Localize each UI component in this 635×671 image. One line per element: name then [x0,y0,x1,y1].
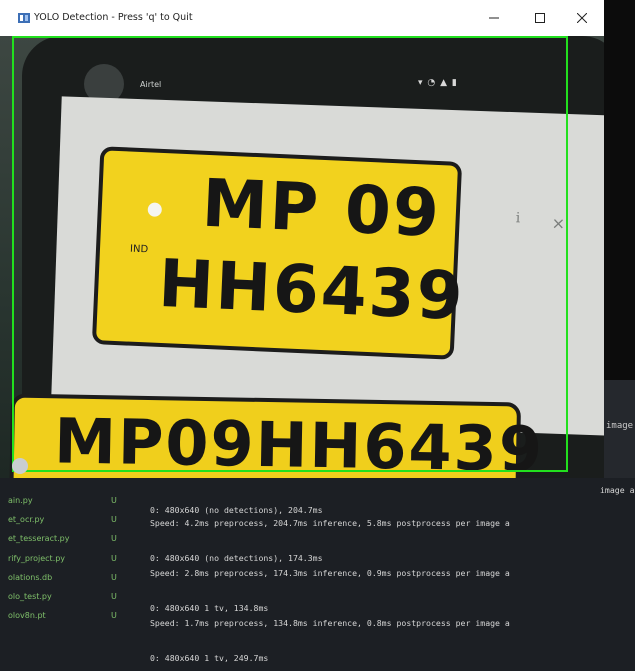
minimize-button[interactable] [474,6,514,30]
maximize-icon [535,13,545,23]
file-status: U [111,554,117,563]
file-item[interactable]: olations.db [8,573,52,587]
close-button[interactable] [562,6,602,30]
terminal-line: Speed: 1.7ms preprocess, 134.8ms inferen… [150,618,510,628]
maximize-button[interactable] [520,6,560,30]
detection-bounding-box [12,36,568,472]
file-item[interactable]: ain.py [8,496,33,510]
file-item[interactable]: et_tesseract.py [8,534,69,548]
close-icon [577,13,587,23]
app-icon [18,13,30,23]
file-item[interactable]: olo_test.py [8,592,52,606]
file-item[interactable]: rify_project.py [8,554,65,568]
terminal-line: 0: 480x640 1 tv, 134.8ms [150,603,269,613]
file-status: U [111,515,117,524]
camera-icon [12,458,28,474]
terminal-line: Speed: 4.2ms preprocess, 204.7ms inferen… [150,518,510,528]
background-text: image [606,421,634,431]
minimize-icon [489,17,499,19]
background-app-panel [604,0,635,380]
terminal-line: Speed: 2.8ms preprocess, 174.3ms inferen… [150,568,510,578]
title-bar[interactable]: YOLO Detection - Press 'q' to Quit [0,0,604,36]
file-explorer: ain.py U et_ocr.py U et_tesseract.py U r… [0,478,130,671]
file-status: U [111,611,117,620]
terminal-line-fragment: image a [600,485,635,495]
terminal-line: 0: 480x640 1 tv, 249.7ms [150,653,269,663]
file-status: U [111,534,117,543]
terminal-line: 0: 480x640 (no detections), 204.7ms [150,505,323,515]
file-status: U [111,496,117,505]
terminal-line: 0: 480x640 (no detections), 174.3ms [150,553,323,563]
file-status: U [111,592,117,601]
file-item[interactable]: et_ocr.py [8,515,44,529]
file-item[interactable]: olov8n.pt [8,611,46,625]
file-status: U [111,573,117,582]
window-title: YOLO Detection - Press 'q' to Quit [34,12,193,23]
yolo-detection-window[interactable]: YOLO Detection - Press 'q' to Quit Airte… [0,0,604,478]
